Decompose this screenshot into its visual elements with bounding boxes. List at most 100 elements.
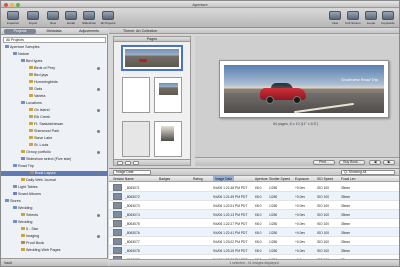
tree-item[interactable]: Ft. Saskatchewan <box>29 122 63 127</box>
action-icon[interactable] <box>97 130 100 133</box>
column-header[interactable]: Aperture <box>255 177 268 181</box>
prev-page-button[interactable]: ◀ <box>369 160 381 165</box>
keywords-button[interactable]: Keywords <box>379 11 397 27</box>
tree-item-label: 5 - Star <box>26 227 39 231</box>
tree-item[interactable]: Oxnoy portfolio <box>21 150 51 155</box>
tree-item[interactable]: Varieta <box>29 94 45 99</box>
tree-item[interactable]: Ox Island <box>29 108 50 113</box>
folder-icon <box>21 101 25 105</box>
page-thumb-cover[interactable] <box>122 46 182 70</box>
tree-item[interactable]: Selects <box>21 213 38 218</box>
slideshow-button[interactable]: Slideshow <box>80 11 98 27</box>
table-cell: 1/250 <box>269 186 278 190</box>
tree-item[interactable]: Aperture Samples <box>5 45 40 50</box>
tab-projects[interactable]: Projects <box>4 29 36 34</box>
tree-item[interactable]: Wedding Web Pages <box>21 248 61 253</box>
page-thumb-2[interactable] <box>122 77 150 113</box>
inspector-button[interactable]: Inspector <box>4 11 22 27</box>
page-photo-thumb <box>159 83 178 95</box>
column-header[interactable]: Badges <box>159 177 170 181</box>
action-icon[interactable] <box>97 67 100 70</box>
buy-book-button[interactable]: Buy Book... <box>339 160 365 165</box>
next-page-button[interactable]: ▶ <box>383 160 395 165</box>
table-cell: 35mm <box>341 186 351 190</box>
table-row[interactable]: _8063073 9/4/06 1:22:01 PM PDT f/8.0 1/250 +… <box>109 201 399 210</box>
table-row[interactable]: _8063076 9/4/06 1:22:41 PM PDT f/8.0 1/250 +… <box>109 228 399 237</box>
table-row[interactable]: _8063074 9/4/06 1:22:13 PM PDT f/8.0 1/250 +… <box>109 210 399 219</box>
cover-photo[interactable]: Southwest Road Trip <box>224 65 384 113</box>
import-button[interactable]: Import <box>24 11 42 27</box>
tree-item[interactable]: Stores <box>5 199 21 204</box>
action-icon[interactable] <box>97 235 100 238</box>
table-row[interactable]: _8063078 9/4/06 1:23:15 PM PDT f/8.0 1/250 +… <box>109 246 399 255</box>
vault-footer[interactable]: Vault <box>1 258 108 266</box>
tree-item[interactable]: Proof Book <box>21 241 44 246</box>
tree-item[interactable]: Road Trip <box>13 164 34 169</box>
page-thumb-3[interactable] <box>154 77 182 113</box>
full-screen-button[interactable]: Full Screen <box>344 11 362 27</box>
tree-item[interactable]: Nature <box>13 52 29 57</box>
action-icon[interactable] <box>97 214 100 217</box>
projects-filter-select[interactable]: All Projects <box>3 37 106 43</box>
tree-item-label: Sherwood Park <box>34 129 60 133</box>
email-button[interactable]: Email <box>62 11 80 27</box>
tree-item[interactable]: Light Tables <box>13 185 38 190</box>
remove-page-button[interactable] <box>125 161 131 165</box>
tree-item[interactable]: Imaging <box>21 234 39 239</box>
new-button[interactable]: New <box>44 11 62 27</box>
tree-item[interactable]: Book Layout <box>1 171 108 176</box>
table-cell: f/8.0 <box>255 195 262 199</box>
tree-item[interactable]: St. Louis <box>29 143 48 148</box>
action-icon[interactable] <box>97 109 100 112</box>
table-row[interactable]: _8063075 9/4/06 1:22:27 PM PDT f/8.0 1/250 +… <box>109 219 399 228</box>
tree-item[interactable]: Birds of Prey <box>29 66 55 71</box>
tree-item[interactable]: Bird jays <box>29 73 48 78</box>
action-icon[interactable] <box>97 172 100 175</box>
table-row[interactable]: _8063077 9/4/06 1:23:02 PM PDT f/8.0 1/250 +… <box>109 237 399 246</box>
tree-item[interactable]: 5 - Star <box>21 227 38 232</box>
photo-caption[interactable]: Southwest Road Trip <box>341 77 378 82</box>
tree-item[interactable]: Slave Lake <box>29 136 52 141</box>
tree-item[interactable]: Smart Albums <box>13 192 41 197</box>
loupe-button[interactable]: Loupe <box>362 11 380 27</box>
column-header[interactable]: Focal Len <box>341 177 355 181</box>
column-header[interactable]: Exposure <box>295 177 309 181</box>
column-header[interactable]: Version Name <box>113 177 134 181</box>
sort-select[interactable]: Image Date <box>113 170 151 175</box>
column-header[interactable]: Shutter Speed <box>269 177 290 181</box>
tree-item[interactable]: Daily Web Journal <box>21 178 56 183</box>
tree-item-label: Nature <box>18 52 30 56</box>
tab-adjustments[interactable]: Adjustments <box>72 29 106 34</box>
column-header[interactable]: Rating <box>193 177 203 181</box>
all-projects-button[interactable]: All Projects <box>99 11 117 27</box>
page-thumb-4[interactable] <box>122 121 150 157</box>
tree-item[interactable]: Wedding <box>13 206 33 211</box>
tree-item[interactable]: Elk Creek <box>29 115 50 120</box>
tree-item[interactable]: Owls <box>29 87 42 92</box>
tree-item[interactable]: Slideshow select (Five star) <box>21 157 71 162</box>
column-header[interactable]: Image Date <box>213 176 235 181</box>
print-button[interactable]: Print... <box>313 160 335 165</box>
smart-icon <box>13 192 17 196</box>
tree-item-label: Light Tables <box>18 185 38 189</box>
search-filter-select[interactable]: Q- Showing All <box>341 170 395 175</box>
table-row[interactable]: _8063072 9/4/06 1:21:49 PM PDT f/8.0 1/250 +… <box>109 192 399 201</box>
tree-item[interactable]: Wedding <box>13 220 33 225</box>
table-cell: _8063072 <box>125 195 140 199</box>
panel-tabs: Projects Metadata Adjustments <box>1 28 108 35</box>
page-action-button[interactable] <box>133 161 139 165</box>
tree-item[interactable]: Hummingbirds <box>29 80 58 85</box>
tree-item[interactable]: Locations <box>21 101 42 106</box>
view-button[interactable]: View <box>326 11 344 27</box>
action-icon[interactable] <box>97 151 100 154</box>
page-thumb-5[interactable] <box>154 121 182 157</box>
book-spread[interactable]: Southwest Road Trip <box>219 60 389 118</box>
table-cell: +0.0ev <box>295 222 305 226</box>
add-page-button[interactable] <box>117 161 123 165</box>
table-row[interactable]: _8063071 9/4/06 1:21:48 PM PDT f/8.0 1/250 +… <box>109 183 399 192</box>
action-icon[interactable] <box>97 88 100 91</box>
tab-metadata[interactable]: Metadata <box>38 29 70 34</box>
tree-item[interactable]: Bird types <box>21 59 42 64</box>
column-header[interactable]: ISO Speed <box>317 177 333 181</box>
tree-item[interactable]: Sherwood Park <box>29 129 59 134</box>
